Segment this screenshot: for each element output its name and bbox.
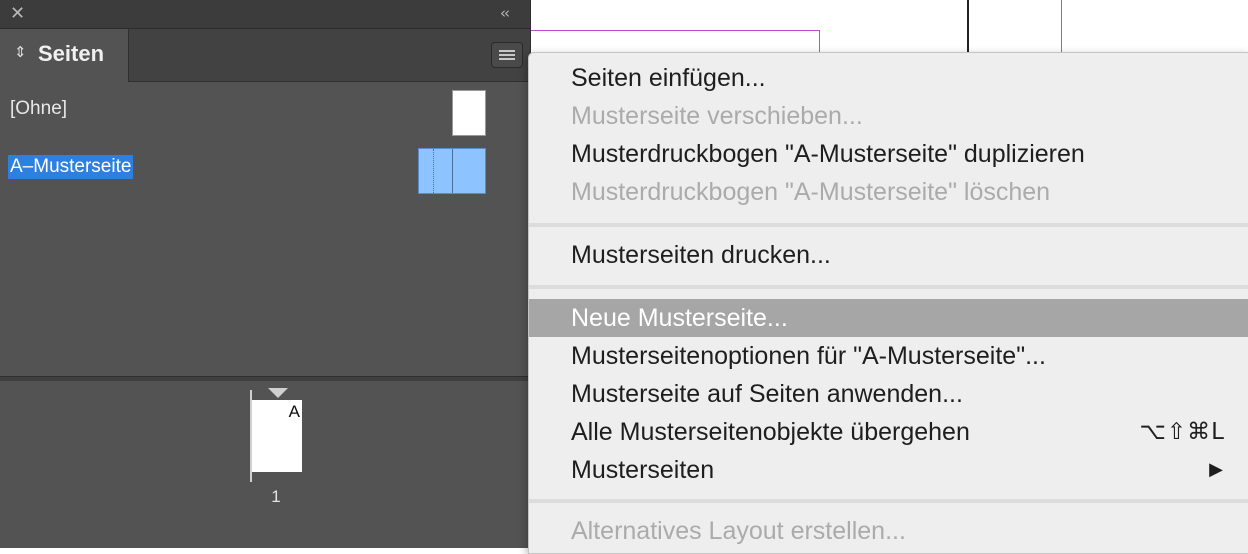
document-margin-guide <box>528 30 820 31</box>
menu-item-new-master[interactable]: Neue Musterseite... <box>529 299 1248 337</box>
menu-item-move-master: Musterseite verschieben... <box>571 102 863 130</box>
panel-flyout-menu: Seiten einfügen... Musterseite verschieb… <box>528 52 1248 554</box>
master-item-a-musterseite[interactable]: A–Musterseite <box>0 146 530 196</box>
tab-expand-icon[interactable]: ⇕ <box>14 43 27 61</box>
keyboard-shortcut: ⌥⇧⌘L <box>1139 419 1225 445</box>
menu-item-delete-master-spread: Musterdruckbogen "A-Musterseite" löschen <box>571 178 1051 206</box>
menu-item-master-options[interactable]: Musterseitenoptionen für "A-Musterseite"… <box>529 337 1248 375</box>
menu-item-override-all-master-items[interactable]: Alle Musterseitenobjekte übergehen ⌥⇧⌘L <box>529 413 1248 451</box>
current-page-indicator-icon <box>268 388 288 398</box>
close-icon[interactable]: ✕ <box>10 3 25 25</box>
submenu-arrow-icon: ▶ <box>1209 459 1223 480</box>
menu-separator <box>529 223 1248 227</box>
document-edge-line <box>967 0 969 54</box>
panel-section-divider[interactable] <box>0 376 530 381</box>
panel-titlebar: ✕ ‹‹ <box>0 0 530 29</box>
menu-item-apply-master-to-pages[interactable]: Musterseite auf Seiten anwenden... <box>529 375 1248 413</box>
document-margin-guide <box>1061 0 1062 54</box>
tab-seiten[interactable]: ⇕ Seiten <box>0 29 129 82</box>
master-item-label: A–Musterseite <box>8 155 134 179</box>
document-margin-guide <box>819 30 820 54</box>
master-spread-thumbnail[interactable] <box>418 148 486 194</box>
tab-label: Seiten <box>38 41 105 66</box>
menu-item-insert-pages[interactable]: Seiten einfügen... <box>529 59 1248 97</box>
menu-item-master-pages-submenu[interactable]: Musterseiten ▶ <box>529 451 1248 489</box>
master-item-none[interactable]: [Ohne] <box>0 88 530 138</box>
panel-menu-button[interactable] <box>491 42 523 68</box>
page-number: 1 <box>271 487 281 506</box>
hamburger-icon <box>499 50 515 52</box>
master-item-label: [Ohne] <box>10 98 68 119</box>
collapse-panel-icon[interactable]: ‹‹ <box>500 4 510 22</box>
menu-item-create-alternate-layout: Alternatives Layout erstellen... <box>571 517 906 545</box>
panel-tab-row: ⇕ Seiten <box>0 29 530 82</box>
page-master-prefix: A <box>288 402 300 421</box>
master-thumbnail[interactable] <box>452 90 486 136</box>
menu-item-print-masters[interactable]: Musterseiten drucken... <box>529 236 1248 274</box>
menu-separator <box>529 499 1248 503</box>
page-thumbnail[interactable]: A <box>252 400 302 472</box>
menu-separator <box>529 285 1248 289</box>
menu-item-duplicate-master-spread[interactable]: Musterdruckbogen "A-Musterseite" duplizi… <box>529 135 1248 173</box>
pages-panel: ✕ ‹‹ ⇕ Seiten [Ohne] A–Musterseite A 1 <box>0 0 531 548</box>
